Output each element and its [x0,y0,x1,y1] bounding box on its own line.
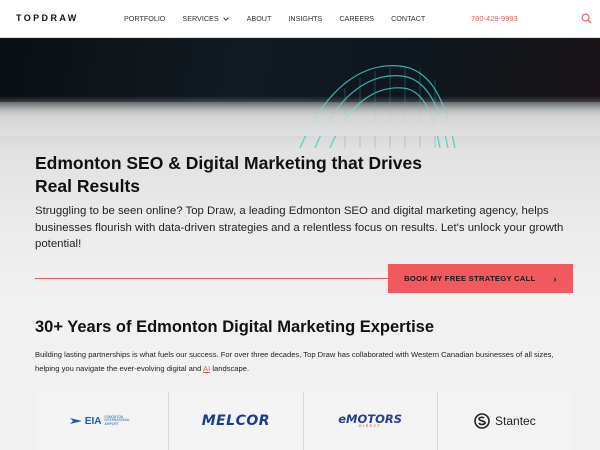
nav-label: ABOUT [246,14,272,23]
eia-subtitle: EDMONTON INTERNATIONAL AIRPORT [104,414,130,426]
melcor-logo: MELCOR [201,413,271,429]
nav-item-about[interactable]: ABOUT [247,14,272,23]
expertise-description: Building lasting partnerships is what fu… [35,348,575,375]
client-logo-emotors: eMOTORS DIRECT [303,392,438,450]
site-logo[interactable]: TOPDRAW [16,13,79,23]
expertise-title: 30+ Years of Edmonton Digital Marketing … [35,318,435,336]
eia-logo: EIA EDMONTON INTERNATIONAL AIRPORT [69,415,135,427]
nav-label: SERVICES [182,14,219,23]
page: TOPDRAW PORTFOLIO SERVICES ABOUT INSIGHT… [0,0,600,450]
eia-mark: EIA [84,415,102,427]
main-nav: PORTFOLIO SERVICES ABOUT INSIGHTS CAREER… [124,14,442,23]
cta-label: BOOK MY FREE STRATEGY CALL [404,274,536,283]
divider-line [35,278,388,279]
hero-fade-overlay [0,96,600,136]
hero-description: Struggling to be seen online? Top Draw, … [35,205,564,250]
nav-label: CONTACT [391,14,426,23]
nav-item-portfolio[interactable]: PORTFOLIO [124,14,165,23]
client-logo-stantec: Stantec [437,392,572,450]
emotors-subtitle: DIRECT [359,424,382,428]
nav-label: CAREERS [339,14,375,23]
emotors-logo: eMOTORS DIRECT [338,413,402,429]
chevron-right-icon: › [553,273,557,284]
client-logo-melcor: MELCOR [169,392,304,450]
nav-item-contact[interactable]: CONTACT [391,14,425,23]
hero-section: Edmonton SEO & Digital Marketing that Dr… [0,38,600,300]
plane-icon [69,418,82,424]
stantec-icon [474,413,490,429]
nav-item-insights[interactable]: INSIGHTS [288,14,322,23]
stantec-name: Stantec [495,414,536,428]
nav-label: PORTFOLIO [124,14,166,23]
phone-link[interactable]: 780-429-9993 [471,14,518,23]
site-header: TOPDRAW PORTFOLIO SERVICES ABOUT INSIGHT… [0,0,600,38]
hero-title: Edmonton SEO & Digital Marketing that Dr… [35,153,422,196]
book-strategy-call-button[interactable]: BOOK MY FREE STRATEGY CALL › [388,264,573,293]
expertise-text-end: landscape. [210,363,250,373]
client-logos: EIA EDMONTON INTERNATIONAL AIRPORT MELCO… [35,392,572,450]
chevron-down-icon [222,16,229,21]
nav-label: INSIGHTS [288,14,323,23]
client-logo-eia: EIA EDMONTON INTERNATIONAL AIRPORT [35,392,170,450]
expertise-text-start: Building lasting partnerships is what fu… [35,350,554,373]
nav-item-services[interactable]: SERVICES [182,14,229,23]
nav-item-careers[interactable]: CAREERS [339,14,374,23]
stantec-logo: Stantec [474,413,536,429]
search-icon[interactable] [581,13,592,24]
